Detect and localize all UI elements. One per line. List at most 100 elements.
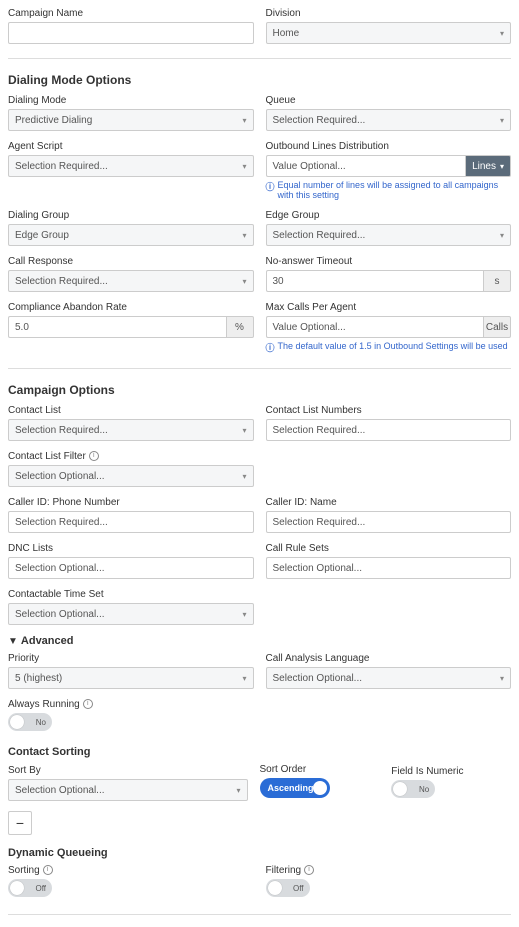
toggle-knob [393,782,407,796]
divider [8,58,511,59]
caller-id-phone-input[interactable]: Selection Required... [8,511,254,533]
contactable-time-set-label: Contactable Time Set [8,589,104,600]
call-rule-sets-value: Selection Optional... [273,563,363,574]
remove-sort-button[interactable]: − [8,811,32,835]
call-response-label: Call Response [8,256,73,267]
contact-list-select[interactable]: Selection Required... ▾ [8,419,254,441]
contact-list-filter-value: Selection Optional... [15,471,105,482]
contact-list-numbers-value: Selection Required... [273,425,366,436]
info-icon: i [89,451,99,461]
agent-script-select[interactable]: Selection Required... ▾ [8,155,254,177]
priority-label: Priority [8,653,39,664]
divider [8,368,511,369]
info-icon: i [43,865,53,875]
caller-id-name-value: Selection Required... [273,517,366,528]
chevron-down-icon: ▾ [500,116,504,125]
caller-id-phone-label: Caller ID: Phone Number [8,497,120,508]
dialing-mode-select[interactable]: Predictive Dialing ▾ [8,109,254,131]
field-numeric-toggle[interactable]: No [391,780,435,798]
chevron-down-icon: ▾ [242,231,246,240]
sort-order-toggle[interactable]: Ascending [260,778,330,798]
field-numeric-label: Field Is Numeric [391,766,463,777]
campaign-name-label: Campaign Name [8,8,83,19]
chevron-down-icon: ▾ [500,231,504,240]
dynamic-queueing-title: Dynamic Queueing [8,847,511,859]
call-response-select[interactable]: Selection Required... ▾ [8,270,254,292]
priority-select[interactable]: 5 (highest) ▾ [8,667,254,689]
chevron-down-icon: ▾ [500,29,504,38]
contact-list-value: Selection Required... [15,425,108,436]
toggle-knob [268,881,282,895]
outbound-note-text: Equal number of lines will be assigned t… [278,180,511,200]
call-analysis-lang-value: Selection Optional... [273,673,363,684]
division-value: Home [273,28,300,39]
queue-label: Queue [266,95,296,106]
contactable-time-set-value: Selection Optional... [15,609,105,620]
dialing-mode-section-title: Dialing Mode Options [8,73,511,87]
dialing-mode-label: Dialing Mode [8,95,66,106]
queue-value: Selection Required... [273,115,366,126]
dnc-lists-label: DNC Lists [8,543,53,554]
dialing-group-select[interactable]: Edge Group ▾ [8,224,254,246]
call-analysis-lang-select[interactable]: Selection Optional... ▾ [266,667,512,689]
chevron-down-icon: ▾ [242,472,246,481]
max-calls-suffix: Calls [483,316,511,338]
always-running-value: No [36,718,46,727]
info-icon: ⓘ [266,180,275,193]
always-running-label: Always Runningi [8,699,93,710]
dq-sorting-toggle[interactable]: Off [8,879,52,897]
edge-group-select[interactable]: Selection Required... ▾ [266,224,512,246]
campaign-options-section-title: Campaign Options [8,383,511,397]
outbound-lines-input[interactable]: Value Optional... [266,155,466,177]
sort-order-label: Sort Order [260,764,307,775]
caller-id-name-input[interactable]: Selection Required... [266,511,512,533]
toggle-knob [10,881,24,895]
max-calls-input[interactable]: Value Optional... [266,316,484,338]
dialing-group-value: Edge Group [15,230,69,241]
always-running-toggle[interactable]: No [8,713,52,731]
contact-list-label: Contact List [8,405,61,416]
toggle-knob [313,781,327,795]
priority-value: 5 (highest) [15,673,62,684]
agent-script-value: Selection Required... [15,161,108,172]
contactable-time-set-select[interactable]: Selection Optional... ▾ [8,603,254,625]
sort-by-select[interactable]: Selection Optional... ▾ [8,779,248,801]
contact-list-numbers-select[interactable]: Selection Required... [266,419,512,441]
contact-list-filter-select[interactable]: Selection Optional... ▾ [8,465,254,487]
call-analysis-lang-label: Call Analysis Language [266,653,370,664]
dnc-lists-select[interactable]: Selection Optional... [8,557,254,579]
dq-filtering-label: Filteringi [266,865,315,876]
edge-group-value: Selection Required... [273,230,366,241]
contact-list-filter-label: Contact List Filteri [8,451,99,462]
campaign-name-input[interactable] [8,22,254,44]
chevron-down-icon: ▾ [242,426,246,435]
caller-id-phone-value: Selection Required... [15,517,108,528]
contact-list-numbers-label: Contact List Numbers [266,405,362,416]
division-select[interactable]: Home ▾ [266,22,512,44]
dq-filtering-toggle[interactable]: Off [266,879,310,897]
outbound-lines-label: Outbound Lines Distribution [266,141,389,152]
queue-select[interactable]: Selection Required... ▾ [266,109,512,131]
compliance-label: Compliance Abandon Rate [8,302,127,313]
advanced-toggle[interactable]: ▼ Advanced [8,635,511,647]
no-answer-value: 30 [273,276,284,287]
chevron-down-icon: ▾ [242,674,246,683]
compliance-suffix: % [226,316,254,338]
no-answer-input[interactable]: 30 [266,270,484,292]
compliance-value: 5.0 [15,322,29,333]
divider [8,914,511,915]
outbound-lines-suffix-select[interactable]: Lines ▾ [465,155,511,177]
dq-sorting-label: Sortingi [8,865,53,876]
dq-sorting-value: Off [35,884,46,893]
compliance-input[interactable]: 5.0 [8,316,226,338]
call-rule-sets-label: Call Rule Sets [266,543,329,554]
edge-group-label: Edge Group [266,210,320,221]
no-answer-suffix: s [483,270,511,292]
call-rule-sets-select[interactable]: Selection Optional... [266,557,512,579]
outbound-lines-suffix: Lines [472,161,496,172]
max-calls-label: Max Calls Per Agent [266,302,357,313]
call-response-value: Selection Required... [15,276,108,287]
caller-id-name-label: Caller ID: Name [266,497,337,508]
contact-sorting-title: Contact Sorting [8,746,511,758]
dnc-lists-value: Selection Optional... [15,563,105,574]
